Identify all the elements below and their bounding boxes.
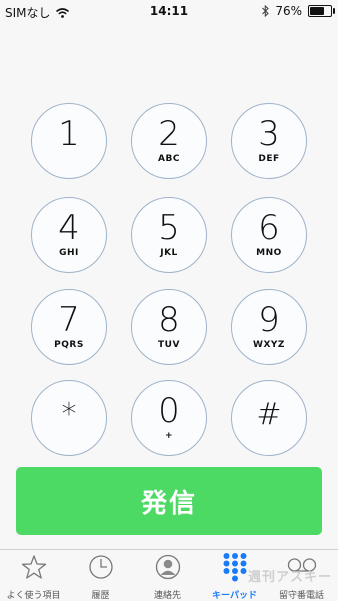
key-digit: 1 <box>58 114 80 154</box>
key-1[interactable]: 1 <box>31 103 107 179</box>
key-letters: WXYZ <box>253 340 285 350</box>
key-4[interactable]: 4 GHI <box>31 197 107 273</box>
key-0[interactable]: 0 + <box>131 380 207 456</box>
tab-label: 履歴 <box>91 591 110 601</box>
key-letters: DEF <box>258 154 280 164</box>
key-6[interactable]: 6 MNO <box>231 197 307 273</box>
key-8[interactable]: 8 TUV <box>131 289 207 365</box>
keypad: 1 2 ABC 3 DEF 4 GHI 5 JKL 6 MNO 7 PQRS 8 TUV 9 WXYZ * 0 + # <box>0 0 338 460</box>
call-button[interactable]: 発信 <box>16 467 322 535</box>
key-letters: GHI <box>59 248 79 258</box>
key-digit: 0 <box>158 391 180 431</box>
tab-favorites[interactable]: よく使う項目 <box>0 550 67 601</box>
tab-recents[interactable]: 履歴 <box>67 550 134 601</box>
tab-contacts[interactable]: 連絡先 <box>134 550 201 601</box>
key-digit: 7 <box>58 300 80 340</box>
key-letters: ABC <box>158 154 180 164</box>
key-letters: + <box>164 431 174 441</box>
key-letters: MNO <box>256 248 282 258</box>
key-letters: JKL <box>160 248 178 258</box>
tab-label: 連絡先 <box>153 591 181 601</box>
key-hash[interactable]: # <box>231 380 307 456</box>
key-9[interactable]: 9 WXYZ <box>231 289 307 365</box>
key-5[interactable]: 5 JKL <box>131 197 207 273</box>
star-icon <box>21 555 47 579</box>
key-digit: 2 <box>158 114 180 154</box>
key-digit: 3 <box>258 114 280 154</box>
key-2[interactable]: 2 ABC <box>131 103 207 179</box>
key-letters: TUV <box>158 340 180 350</box>
key-digit: 5 <box>158 208 180 248</box>
clock-icon <box>89 555 113 579</box>
key-3[interactable]: 3 DEF <box>231 103 307 179</box>
key-digit: * <box>61 397 77 432</box>
key-letters: PQRS <box>54 340 84 350</box>
key-digit: # <box>256 397 282 432</box>
watermark: 週刊アスキー <box>248 570 333 585</box>
tab-label: 留守番電話 <box>278 591 324 601</box>
key-7[interactable]: 7 PQRS <box>31 289 107 365</box>
key-digit: 9 <box>258 300 280 340</box>
contact-icon <box>155 554 181 580</box>
keypad-icon <box>223 553 247 582</box>
tab-label: キーパッド <box>212 591 257 601</box>
key-digit: 6 <box>258 208 280 248</box>
key-digit: 4 <box>58 208 80 248</box>
key-star[interactable]: * <box>31 380 107 456</box>
key-digit: 8 <box>158 300 180 340</box>
tab-label: よく使う項目 <box>6 591 61 601</box>
